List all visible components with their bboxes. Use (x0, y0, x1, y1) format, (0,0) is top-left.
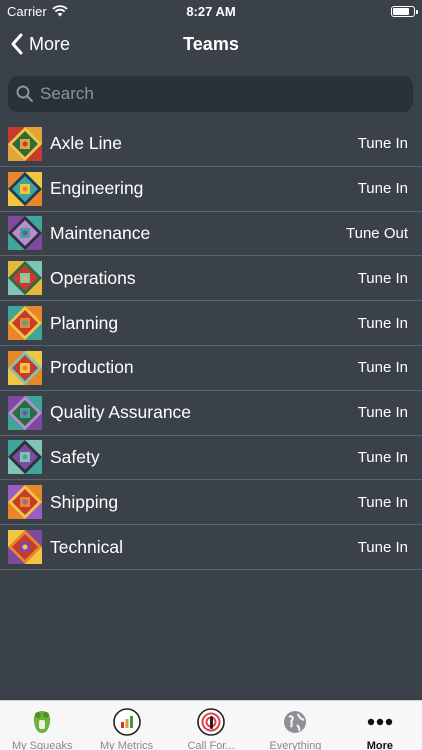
team-name: Axle Line (50, 133, 122, 154)
team-row[interactable]: Planning Tune In (0, 301, 422, 346)
quilt-block-icon (8, 350, 42, 385)
team-row[interactable]: Production Tune In (0, 346, 422, 391)
team-row[interactable]: Safety Tune In (0, 436, 422, 481)
tune-toggle-button[interactable]: Tune In (358, 494, 408, 511)
quilt-block-icon (8, 171, 42, 206)
tune-toggle-button[interactable]: Tune Out (346, 225, 408, 242)
tab-label: My Squeaks (11, 740, 73, 750)
quilt-block-icon (8, 395, 42, 430)
team-name: Operations (50, 267, 136, 288)
quilt-block-icon (8, 306, 42, 341)
search-bar[interactable] (8, 76, 413, 112)
squeaks-icon (27, 707, 57, 737)
metrics-icon (112, 707, 142, 737)
tune-toggle-button[interactable]: Tune In (358, 315, 408, 332)
tune-toggle-button[interactable]: Tune In (358, 135, 408, 152)
tab-call-for[interactable]: Call For... (169, 701, 253, 750)
tune-toggle-button[interactable]: Tune In (358, 449, 408, 466)
back-label: More (29, 33, 71, 54)
carrier-label: Carrier (7, 3, 47, 19)
battery-icon (391, 5, 418, 17)
team-name: Engineering (50, 178, 144, 199)
tab-metrics[interactable]: My Metrics (84, 701, 168, 750)
team-row[interactable]: Maintenance Tune Out (0, 212, 422, 257)
quilt-block-icon (8, 261, 42, 296)
search-icon (16, 85, 33, 102)
tab-squeaks[interactable]: My Squeaks (0, 701, 84, 750)
globe-icon (280, 707, 310, 737)
tab-label: Call For... (187, 740, 235, 750)
search-input[interactable] (40, 84, 400, 104)
quilt-block-icon (8, 126, 42, 161)
status-bar: Carrier 8:27 AM (0, 0, 422, 22)
more-icon (365, 707, 395, 737)
quilt-block-icon (8, 530, 42, 565)
tune-toggle-button[interactable]: Tune In (358, 404, 408, 421)
tab-label: Everything (269, 740, 322, 750)
call-for-icon (196, 707, 226, 737)
team-name: Safety (50, 446, 100, 467)
back-button[interactable]: More (10, 30, 70, 58)
team-row[interactable]: Operations Tune In (0, 256, 422, 302)
tab-bar: My Squeaks My Metrics Call For... Everythin… (0, 700, 422, 750)
chevron-left-icon (11, 33, 23, 55)
team-row[interactable]: Technical Tune In (0, 525, 422, 570)
team-name: Technical (50, 536, 123, 557)
team-name: Maintenance (50, 222, 151, 243)
tab-more[interactable]: More (338, 701, 422, 750)
tune-toggle-button[interactable]: Tune In (358, 270, 408, 287)
team-row[interactable]: Engineering Tune In (0, 167, 422, 212)
team-name: Shipping (50, 491, 119, 512)
team-name: Planning (50, 312, 119, 333)
team-row[interactable]: Shipping Tune In (0, 480, 422, 526)
team-name: Production (50, 357, 134, 378)
navigation-bar: More Teams (0, 22, 422, 66)
team-row[interactable]: Quality Assurance Tune In (0, 391, 422, 436)
quilt-block-icon (8, 485, 42, 520)
quilt-block-icon (8, 216, 42, 251)
team-row[interactable]: Axle Line Tune In (0, 122, 422, 167)
team-name: Quality Assurance (50, 402, 192, 423)
tune-toggle-button[interactable]: Tune In (358, 359, 408, 376)
team-list: Axle Line Tune In Engineering Tune In Main… (0, 122, 422, 570)
tune-toggle-button[interactable]: Tune In (358, 180, 408, 197)
wifi-icon (52, 5, 68, 17)
tab-label: More (366, 740, 393, 750)
tune-toggle-button[interactable]: Tune In (358, 539, 408, 556)
quilt-block-icon (8, 440, 42, 475)
tab-label: My Metrics (100, 740, 154, 750)
tab-globe[interactable]: Everything (253, 701, 337, 750)
status-left: Carrier (7, 4, 68, 19)
